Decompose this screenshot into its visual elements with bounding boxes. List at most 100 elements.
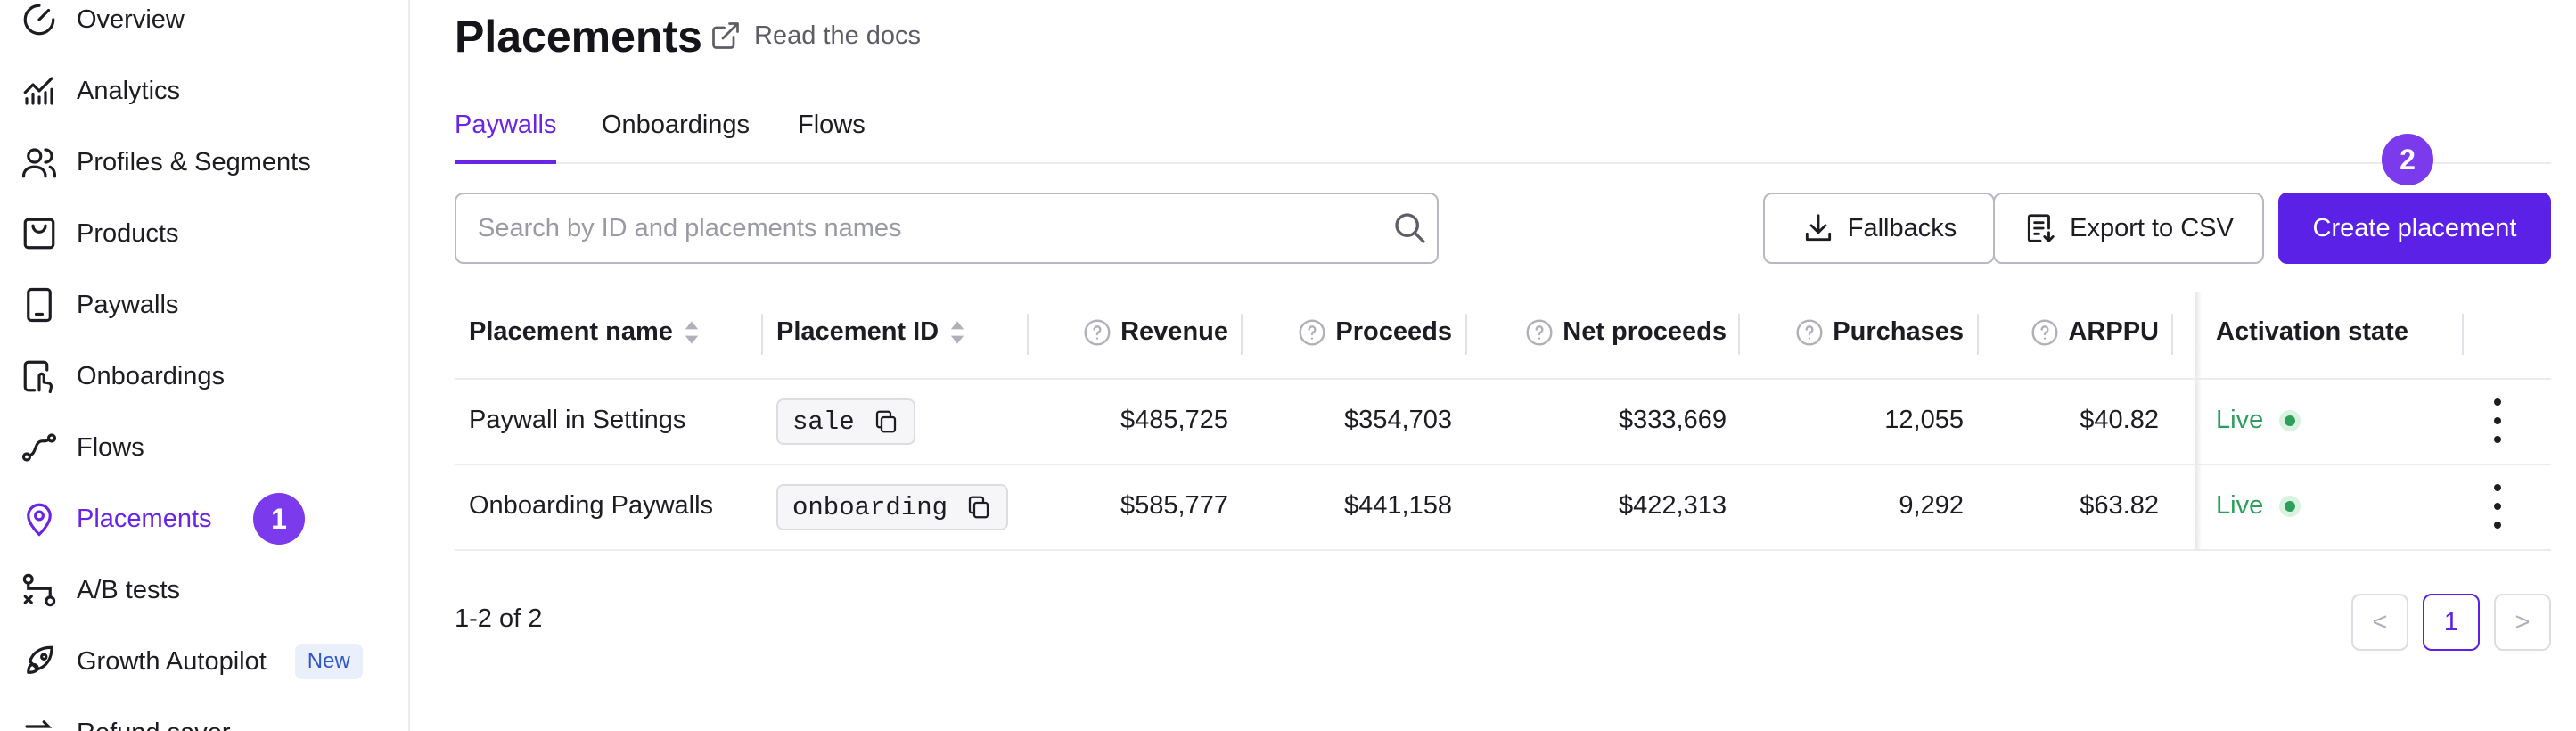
create-placement-button[interactable]: Create placement — [2278, 193, 2551, 264]
export-csv-label: Export to CSV — [2070, 213, 2234, 242]
create-placement-label: Create placement — [2312, 213, 2517, 242]
sidebar-item-onboardings[interactable]: Onboardings — [20, 349, 225, 403]
sidebar-item-label: A/B tests — [77, 575, 181, 604]
page-title: Placements — [455, 12, 702, 62]
sidebar-item-products[interactable]: Products — [20, 207, 178, 260]
rocket-icon — [20, 642, 59, 681]
search-input[interactable] — [478, 213, 1351, 243]
sidebar-item-analytics[interactable]: Analytics — [20, 64, 180, 118]
sidebar-item-label: Refund saver — [77, 719, 231, 731]
status-badge: Live — [2216, 406, 2301, 435]
tab-flows[interactable]: Flows — [798, 111, 866, 164]
column-divider — [2462, 314, 2464, 355]
prev-page-button[interactable]: < — [2351, 594, 2408, 651]
page-button-current[interactable]: 1 — [2423, 594, 2480, 651]
copy-icon[interactable] — [873, 408, 899, 435]
col-header-label: Placement ID — [776, 317, 939, 346]
sort-icon[interactable] — [949, 319, 965, 346]
row-divider — [455, 549, 2551, 551]
col-header-label: Activation state — [2216, 317, 2408, 346]
export-csv-button[interactable]: Export to CSV — [1993, 193, 2264, 264]
cell-proceeds: $441,158 — [1344, 491, 1452, 520]
cell-purchases: 9,292 — [1899, 491, 1964, 520]
row-divider — [455, 464, 2551, 465]
tab-paywalls[interactable]: Paywalls — [455, 111, 557, 164]
placement-id-chip: sale — [776, 398, 915, 445]
cell-placement-name[interactable]: Paywall in Settings — [469, 406, 685, 435]
sidebar-item-refund-saver[interactable]: Refund saver — [20, 706, 231, 731]
new-badge: New — [294, 644, 363, 679]
sidebar-item-label: Growth Autopilot — [77, 646, 267, 676]
split-icon — [20, 571, 59, 610]
cell-placement-name[interactable]: Onboarding Paywalls — [469, 491, 713, 521]
sort-icon[interactable] — [684, 319, 700, 346]
chart-line-icon — [20, 71, 59, 111]
tap-icon — [20, 357, 59, 396]
step-badge-2: 2 — [2382, 134, 2433, 185]
sidebar: Overview Analytics Profiles & Segments P… — [0, 0, 410, 731]
sidebar-item-paywalls[interactable]: Paywalls — [20, 278, 178, 332]
sidebar-item-label: Onboardings — [77, 361, 226, 390]
tab-onboardings[interactable]: Onboardings — [602, 111, 750, 164]
col-header-placement-id[interactable]: Placement ID — [776, 317, 965, 347]
status-label: Live — [2216, 406, 2264, 434]
sidebar-item-profiles-segments[interactable]: Profiles & Segments — [20, 136, 311, 189]
map-pin-icon — [20, 499, 59, 538]
sidebar-item-placements[interactable]: Placements — [20, 492, 212, 546]
users-icon — [20, 143, 59, 182]
fallbacks-label: Fallbacks — [1847, 213, 1957, 242]
help-icon[interactable] — [1083, 318, 1112, 347]
row-divider — [455, 378, 2551, 380]
search-icon[interactable] — [1392, 210, 1428, 246]
column-divider — [1977, 314, 1979, 355]
read-docs-label: Read the docs — [754, 21, 922, 50]
col-header-label: Proceeds — [1335, 317, 1452, 346]
sidebar-item-ab-tests[interactable]: A/B tests — [20, 563, 180, 617]
col-header-label: ARPPU — [2068, 317, 2159, 346]
col-header-placement-name[interactable]: Placement name — [469, 317, 700, 347]
sidebar-item-label: Products — [77, 218, 179, 248]
next-page-button[interactable]: > — [2494, 594, 2551, 651]
col-header-label: Revenue — [1120, 317, 1228, 346]
help-icon[interactable] — [2030, 318, 2059, 347]
status-dot-icon — [2279, 495, 2301, 517]
col-header-proceeds: Proceeds — [1248, 317, 1452, 347]
row-menu-icon[interactable] — [2489, 398, 2506, 443]
cell-revenue: $585,777 — [1120, 491, 1228, 520]
placement-id-text: sale — [792, 407, 855, 437]
fallbacks-button[interactable]: Fallbacks — [1763, 193, 1995, 264]
tabs-bar: Paywalls Onboardings Flows — [455, 107, 2551, 164]
document-export-icon — [2028, 214, 2055, 242]
cell-net-proceeds: $422,313 — [1619, 491, 1727, 520]
sidebar-item-label: Overview — [77, 4, 185, 34]
sidebar-item-label: Analytics — [77, 76, 181, 105]
copy-icon[interactable] — [965, 494, 992, 521]
placement-id-text: onboarding — [792, 492, 948, 522]
sidebar-item-overview[interactable]: Overview — [20, 0, 185, 46]
col-header-revenue: Revenue — [1034, 317, 1228, 347]
column-divider — [761, 314, 763, 355]
search-box — [455, 193, 1439, 264]
col-header-label: Placement name — [469, 317, 673, 346]
cell-proceeds: $354,703 — [1344, 406, 1452, 434]
help-icon[interactable] — [1525, 318, 1554, 347]
help-icon[interactable] — [1795, 318, 1824, 347]
sidebar-item-flows[interactable]: Flows — [20, 421, 144, 474]
sidebar-item-label: Placements — [77, 504, 212, 533]
external-link-icon — [712, 22, 739, 49]
sidebar-item-growth-autopilot[interactable]: Growth Autopilot New — [20, 635, 363, 688]
status-label: Live — [2216, 491, 2264, 520]
phone-icon — [20, 285, 59, 324]
read-docs-link[interactable]: Read the docs — [710, 20, 921, 52]
refund-icon — [20, 713, 59, 731]
step-badge-1: 1 — [253, 493, 305, 545]
row-menu-icon[interactable] — [2489, 484, 2506, 529]
col-header-arppu: ARPPU — [1984, 317, 2159, 347]
col-header-purchases: Purchases — [1745, 317, 1964, 347]
column-divider — [1027, 314, 1029, 355]
column-divider — [1738, 314, 1740, 355]
sidebar-item-label: Flows — [77, 432, 144, 462]
col-header-label: Net proceeds — [1563, 317, 1727, 346]
help-icon[interactable] — [1298, 318, 1326, 347]
sidebar-item-label: Paywalls — [77, 290, 179, 319]
